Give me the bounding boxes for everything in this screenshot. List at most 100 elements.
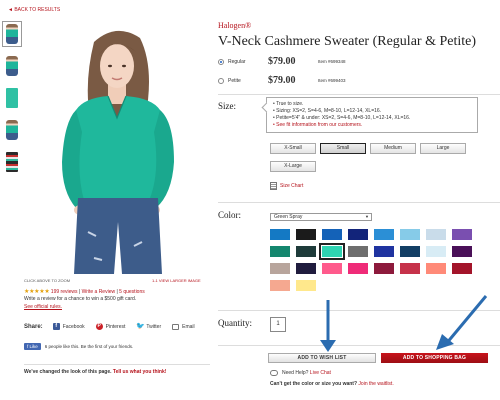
color-swatch[interactable]	[270, 229, 290, 240]
thumbnail-strip	[2, 21, 22, 182]
color-swatch[interactable]	[296, 280, 316, 291]
fit-item-number: Item #699403	[318, 78, 346, 83]
fit-information-link[interactable]: See fit information from our customers.	[273, 122, 472, 129]
divider	[218, 202, 500, 203]
color-swatch[interactable]	[270, 246, 290, 257]
product-photo[interactable]	[24, 22, 210, 274]
share-row: Share: f Facebook P Pinterest 🐦 Twitter …	[24, 323, 206, 330]
chat-bubble-icon	[270, 370, 278, 376]
share-label-email: Email	[182, 323, 195, 330]
size-option-xsmall[interactable]: X-Small	[270, 143, 316, 154]
rating-stars: ★★★★★	[24, 289, 50, 295]
color-swatch[interactable]	[400, 229, 420, 240]
color-swatch[interactable]	[452, 229, 472, 240]
live-chat-link[interactable]: Live Chat	[310, 370, 331, 376]
thumbnail-5[interactable]	[3, 150, 21, 174]
quantity-input[interactable]: 1	[270, 317, 286, 332]
feedback-link[interactable]: Tell us what you think!	[113, 369, 167, 375]
color-swatch[interactable]	[348, 229, 368, 240]
fit-price: $79.00	[268, 56, 296, 67]
color-swatch[interactable]	[322, 229, 342, 240]
color-swatch[interactable]	[270, 263, 290, 274]
thumbnail-image	[6, 24, 18, 44]
color-swatch[interactable]	[348, 246, 368, 257]
color-select-value: Green Spray	[274, 214, 303, 220]
fit-option-regular[interactable]: Regular $79.00 Item #699348	[218, 56, 346, 67]
zoom-hint: CLICK ABOVE TO ZOOM	[24, 278, 71, 283]
reviews-line: ★★★★★ 199 reviews | Write a Review | 5 q…	[24, 288, 145, 295]
like-count-text: 6 people like this. Be the first of your…	[44, 344, 134, 349]
thumbnail-2[interactable]	[3, 54, 21, 78]
facebook-icon: f	[52, 323, 60, 330]
color-swatch[interactable]	[400, 246, 420, 257]
quantity-label: Quantity:	[218, 318, 252, 328]
color-swatch[interactable]	[296, 263, 316, 274]
review-promo: Write a review for a chance to win a $50…	[24, 296, 137, 302]
view-larger-image-link[interactable]: 1-1 VIEW LARGER IMAGE	[152, 278, 201, 283]
color-swatch[interactable]	[374, 263, 394, 274]
write-review-link[interactable]: Write a Review	[82, 289, 116, 295]
facebook-like-button[interactable]: f Like	[24, 343, 41, 350]
fit-item-number: Item #699348	[318, 59, 346, 64]
fit-option-petite[interactable]: Petite $79.00 Item #699403	[218, 75, 346, 86]
size-chart-link[interactable]: Size Chart	[270, 182, 303, 190]
size-chart-label: Size Chart	[280, 183, 304, 189]
add-to-shopping-bag-button[interactable]: ADD TO SHOPPING BAG	[381, 353, 488, 363]
brand-link[interactable]: Halogen®	[218, 21, 251, 30]
size-info-line: True to size.	[273, 101, 472, 108]
reviews-count-link[interactable]: 199 reviews	[51, 289, 78, 295]
size-option-small[interactable]: Small	[320, 143, 366, 154]
share-email-button[interactable]: Email	[172, 323, 195, 330]
thumbnail-image	[6, 88, 18, 108]
color-swatch[interactable]	[322, 263, 342, 274]
waitlist-link[interactable]: Join the waitlist.	[358, 381, 393, 387]
pinterest-icon: P	[95, 323, 103, 330]
thumbnail-image	[6, 152, 18, 172]
thumbnail-image	[6, 120, 18, 140]
share-label-twitter: Twitter	[146, 323, 162, 330]
official-rules-link[interactable]: See official rules.	[24, 304, 62, 310]
share-facebook-button[interactable]: f Facebook	[52, 323, 85, 330]
color-swatch[interactable]	[270, 280, 290, 291]
color-swatch[interactable]	[348, 263, 368, 274]
color-swatch[interactable]	[426, 229, 446, 240]
divider	[218, 94, 500, 95]
fit-radio-regular[interactable]	[218, 58, 224, 65]
thumbnail-4[interactable]	[3, 118, 21, 142]
product-title: V-Neck Cashmere Sweater (Regular & Petit…	[218, 34, 477, 49]
color-swatch[interactable]	[374, 246, 394, 257]
fit-radio-petite[interactable]	[218, 77, 224, 84]
twitter-icon: 🐦	[136, 323, 146, 330]
add-to-wish-list-button[interactable]: ADD TO WISH LIST	[268, 353, 376, 363]
color-select[interactable]: Green Spray ▼	[270, 213, 372, 221]
color-swatch[interactable]	[319, 243, 345, 260]
size-option-xlarge[interactable]: X-Large	[270, 161, 316, 172]
share-pinterest-button[interactable]: P Pinterest	[95, 323, 125, 330]
color-swatch[interactable]	[426, 246, 446, 257]
color-swatch[interactable]	[426, 263, 446, 274]
color-swatch[interactable]	[452, 263, 472, 274]
thumbnail-1[interactable]	[2, 21, 22, 47]
questions-link[interactable]: 5 questions	[119, 289, 145, 295]
size-option-large[interactable]: Large	[420, 143, 466, 154]
size-option-medium[interactable]: Medium	[370, 143, 416, 154]
waitlist-text: Can't get the color or size you want?	[270, 381, 358, 387]
size-info-box: True to size. Sizing: XS=2, S=4-6, M=8-1…	[266, 97, 478, 133]
thumbnail-3[interactable]	[3, 86, 21, 110]
color-swatch[interactable]	[400, 263, 420, 274]
color-swatch[interactable]	[296, 246, 316, 257]
email-icon	[172, 323, 180, 330]
help-text: Need Help?	[282, 370, 309, 376]
size-info-line: Sizing: XS=2, S=4-6, M=8-10, L=12-14, XL…	[273, 108, 472, 115]
fit-price: $79.00	[268, 75, 296, 86]
share-label-facebook: Facebook	[62, 323, 85, 330]
color-swatch[interactable]	[374, 229, 394, 240]
color-swatch[interactable]	[296, 229, 316, 240]
share-twitter-button[interactable]: 🐦 Twitter	[136, 323, 161, 330]
back-to-results-link[interactable]: ◄ BACK TO RESULTS	[8, 7, 60, 13]
thumbnail-image	[6, 56, 18, 76]
size-chart-icon	[270, 182, 277, 190]
help-row: Need Help? Live Chat	[270, 370, 331, 376]
product-details: Halogen® V-Neck Cashmere Sweater (Regula…	[218, 0, 500, 400]
color-swatch[interactable]	[452, 246, 472, 257]
